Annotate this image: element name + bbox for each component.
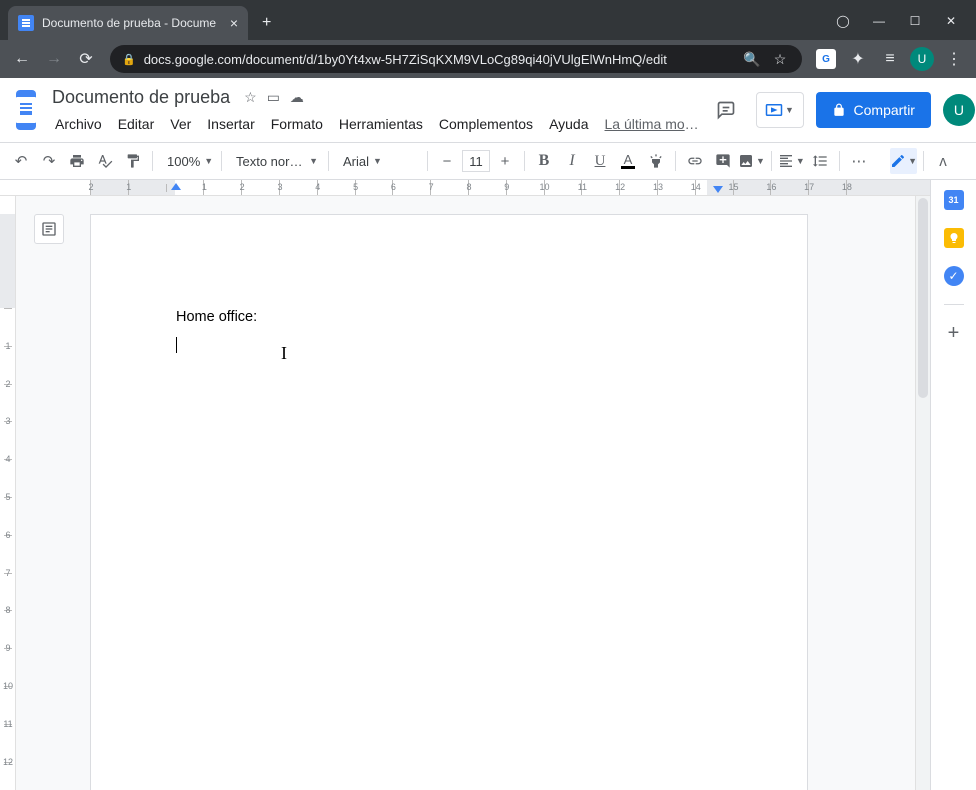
line-spacing-button[interactable] (807, 148, 833, 174)
menu-complementos[interactable]: Complementos (432, 112, 540, 136)
insert-comment-button[interactable] (710, 148, 736, 174)
calendar-icon[interactable]: 31 (944, 190, 964, 210)
insert-image-button[interactable]: ▼ (738, 148, 765, 174)
menu-ver[interactable]: Ver (163, 112, 198, 136)
share-button[interactable]: Compartir (816, 92, 931, 128)
left-indent-marker[interactable] (171, 183, 181, 190)
italic-button[interactable]: I (559, 148, 585, 174)
browser-toolbar: ← → ⟳ 🔒 docs.google.com/document/d/1by0Y… (0, 40, 976, 78)
lock-icon[interactable]: 🔒 (122, 53, 136, 66)
highlight-button[interactable] (643, 148, 669, 174)
zoom-dropdown[interactable]: 100%▼ (159, 148, 215, 174)
text-cursor (176, 337, 177, 353)
editing-mode-button[interactable]: ▼ (890, 148, 917, 174)
comments-history-icon[interactable] (708, 92, 744, 128)
add-addon-icon[interactable]: + (944, 323, 964, 343)
new-tab-button[interactable]: + (248, 6, 285, 40)
back-button[interactable]: ← (8, 45, 36, 73)
close-window-icon[interactable]: ✕ (944, 14, 958, 28)
document-page[interactable]: Home office: (90, 214, 808, 790)
collapse-toolbar-button[interactable]: ʌ (930, 148, 956, 174)
docs-logo[interactable] (16, 90, 36, 130)
font-size-increase[interactable]: + (492, 148, 518, 174)
text-color-button[interactable]: A (615, 148, 641, 174)
more-options-button[interactable]: ⋯ (846, 148, 872, 174)
print-button[interactable] (64, 148, 90, 174)
document-title[interactable]: Documento de prueba (48, 85, 234, 110)
star-icon[interactable]: ☆ (244, 89, 257, 106)
bold-button[interactable]: B (531, 148, 557, 174)
window-controls: ◯ — ☐ ✕ (836, 14, 976, 40)
move-icon[interactable]: ▭ (267, 89, 280, 106)
undo-button[interactable]: ↶ (8, 148, 34, 174)
url-text: docs.google.com/document/d/1by0Yt4xw-5H7… (144, 52, 734, 67)
cloud-status-icon[interactable]: ☁ (290, 89, 304, 106)
reading-list-icon[interactable]: ≡ (876, 45, 904, 73)
docs-favicon (18, 15, 34, 31)
align-button[interactable]: ▼ (778, 148, 805, 174)
present-button[interactable]: ▼ (756, 92, 804, 128)
menu-editar[interactable]: Editar (111, 112, 162, 136)
right-indent-marker[interactable] (713, 186, 723, 193)
font-size-decrease[interactable]: − (434, 148, 460, 174)
minimize-icon[interactable]: — (872, 14, 886, 28)
zoom-page-icon[interactable]: 🔍 (742, 51, 762, 68)
document-line: Home office: (176, 309, 722, 325)
vertical-ruler[interactable]: 12345678910111213 (0, 196, 16, 790)
ibeam-cursor-icon: I (281, 343, 287, 364)
address-bar[interactable]: 🔒 docs.google.com/document/d/1by0Yt4xw-5… (110, 45, 802, 73)
docs-header: Documento de prueba ☆ ▭ ☁ ArchivoEditarV… (0, 78, 976, 142)
history-link[interactable]: La última modific… (598, 112, 708, 136)
font-size-input[interactable]: 11 (462, 150, 490, 172)
menu-insertar[interactable]: Insertar (200, 112, 261, 136)
underline-button[interactable]: U (587, 148, 613, 174)
horizontal-ruler[interactable]: 21123456789101112131415161718 (0, 180, 930, 196)
side-panel: 31 ✓ + (930, 180, 976, 790)
redo-button[interactable]: ↷ (36, 148, 62, 174)
outline-toggle-button[interactable] (34, 214, 64, 244)
share-label: Compartir (854, 102, 915, 118)
forward-button[interactable]: → (40, 45, 68, 73)
insert-link-button[interactable] (682, 148, 708, 174)
menu-formato[interactable]: Formato (264, 112, 330, 136)
maximize-icon[interactable]: ☐ (908, 14, 922, 28)
reload-button[interactable]: ⟳ (72, 45, 100, 73)
account-circle-icon[interactable]: ◯ (836, 14, 850, 28)
docs-toolbar: ↶ ↷ 100%▼ Texto norm…▼ Arial▼ − 11 + B I… (0, 142, 976, 180)
browser-tab[interactable]: Documento de prueba - Docume × (8, 6, 248, 40)
scrollbar-thumb[interactable] (918, 198, 928, 398)
extensions-icon[interactable]: ✦ (844, 45, 872, 73)
close-tab-icon[interactable]: × (230, 15, 238, 31)
tasks-icon[interactable]: ✓ (944, 266, 964, 286)
extension-badge[interactable]: G (812, 45, 840, 73)
font-dropdown[interactable]: Arial▼ (335, 148, 421, 174)
keep-icon[interactable] (944, 228, 964, 248)
menu-bar: ArchivoEditarVerInsertarFormatoHerramien… (48, 112, 708, 136)
tab-title: Documento de prueba - Docume (42, 16, 222, 30)
menu-herramientas[interactable]: Herramientas (332, 112, 430, 136)
profile-avatar[interactable]: U (908, 45, 936, 73)
bookmark-icon[interactable]: ☆ (770, 51, 790, 68)
paragraph-style-dropdown[interactable]: Texto norm…▼ (228, 148, 322, 174)
browser-titlebar: Documento de prueba - Docume × + ◯ — ☐ ✕ (0, 0, 976, 40)
content-area: 21123456789101112131415161718 1234567891… (0, 180, 976, 790)
vertical-scrollbar[interactable] (915, 196, 930, 790)
browser-menu-icon[interactable]: ⋮ (940, 45, 968, 73)
menu-archivo[interactable]: Archivo (48, 112, 109, 136)
paint-format-button[interactable] (120, 148, 146, 174)
menu-ayuda[interactable]: Ayuda (542, 112, 595, 136)
account-avatar[interactable]: U (943, 94, 975, 126)
spellcheck-button[interactable] (92, 148, 118, 174)
